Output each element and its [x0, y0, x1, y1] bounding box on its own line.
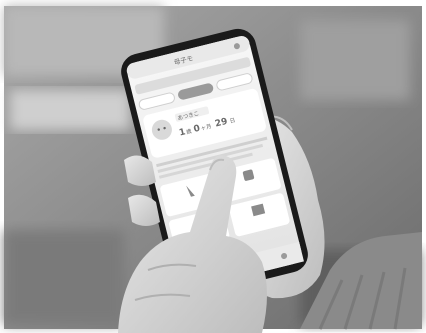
photo-scene: 母子モ あつきこ 1 歳 0 ヶ月 29 日 [4, 6, 422, 333]
